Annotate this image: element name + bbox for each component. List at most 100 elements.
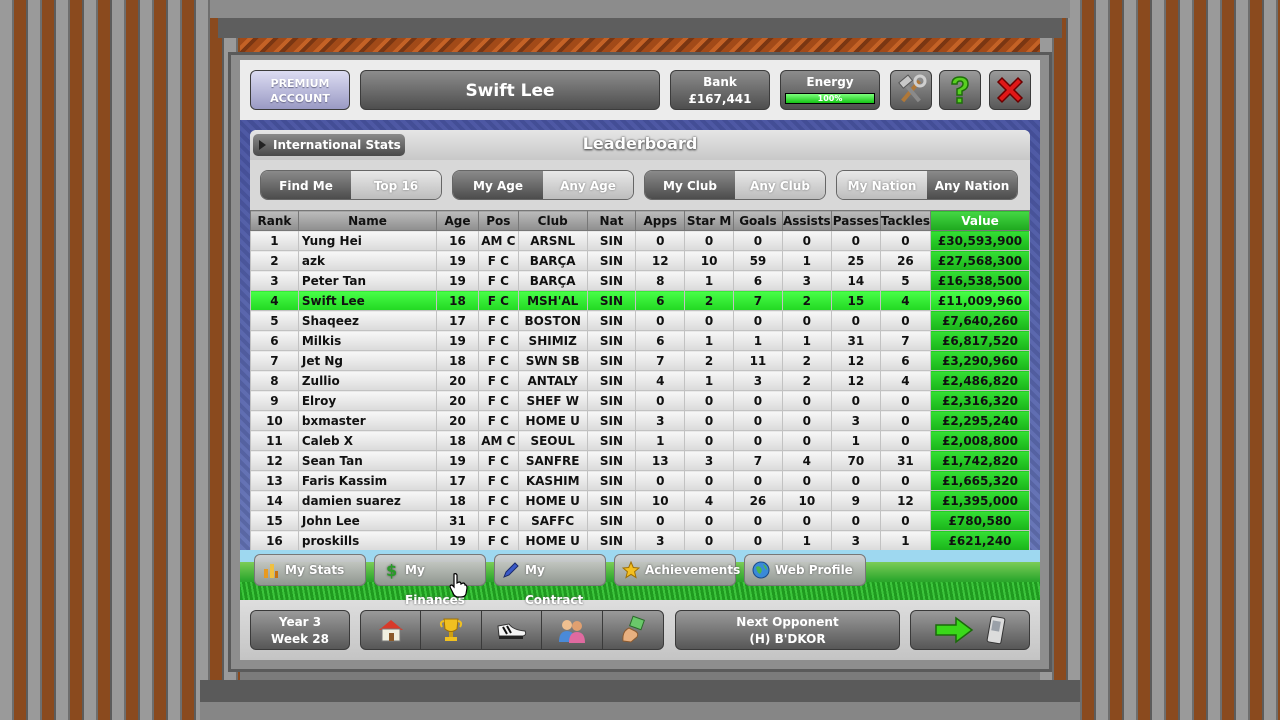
cell-club: BARÇA	[517, 250, 588, 271]
filter-scope: Find Me Top 16	[260, 170, 442, 200]
cell-value: £16,538,500	[930, 270, 1030, 291]
cell-star-m: 10	[684, 250, 734, 271]
year-label: Year 3	[278, 615, 322, 629]
table-row[interactable]: 4 Swift Lee 18 F C MSH'AL SIN 6 2 7 2 15 4 £11,009,9…	[250, 290, 1030, 311]
cell-passes: 9	[830, 490, 881, 511]
table-row[interactable]: 3 Peter Tan 19 F C BARÇA SIN 8 1 6 3 14 5 £16,538,50…	[250, 270, 1030, 291]
cell-star-m: 0	[684, 410, 734, 431]
cell-goals: 7	[732, 450, 783, 471]
column-header-club[interactable]: Club	[517, 210, 588, 231]
table-row[interactable]: 2 azk 19 F C BARÇA SIN 12 10 59 1 25 26 £27,568,300	[250, 250, 1030, 271]
international-stats-button[interactable]: International Stats	[253, 134, 405, 156]
bank-label: Bank	[703, 75, 737, 89]
cell-passes: 12	[830, 350, 881, 371]
column-header-pos[interactable]: Pos	[477, 210, 519, 231]
home-icon	[378, 620, 403, 642]
column-header-name[interactable]: Name	[297, 210, 438, 231]
cell-rank: 9	[250, 390, 299, 411]
next-opponent-label: Next Opponent	[736, 615, 839, 629]
cell-star-m: 1	[684, 270, 734, 291]
cell-value: £30,593,900	[930, 230, 1030, 251]
table-row[interactable]: 10 bxmaster 20 F C HOME U SIN 3 0 0 0 3 0 £2,295,240	[250, 410, 1030, 431]
nav-home-button[interactable]	[361, 611, 422, 649]
table-row[interactable]: 6 Milkis 19 F C SHIMIZ SIN 6 1 1 1 31 7 £6,817,520	[250, 330, 1030, 351]
cell-name: Faris Kassim	[297, 470, 438, 491]
column-header-apps[interactable]: Apps	[635, 210, 686, 231]
continue-button[interactable]	[910, 610, 1030, 650]
table-row[interactable]: 15 John Lee 31 F C SAFFC SIN 0 0 0 0 0 0 £780,580	[250, 510, 1030, 531]
cell-pos: F C	[477, 470, 519, 491]
table-row[interactable]: 16 proskills 19 F C HOME U SIN 3 0 0 1 3 1 £621,240	[250, 530, 1030, 551]
my-contract-button[interactable]: My Contract	[494, 554, 606, 607]
player-name: Swift Lee	[465, 81, 555, 101]
filter-club: My Club Any Club	[644, 170, 826, 200]
cell-name: Sean Tan	[297, 450, 438, 471]
cell-tackles: 0	[879, 410, 932, 431]
cell-value: £7,640,260	[930, 310, 1030, 331]
column-header-nat[interactable]: Nat	[586, 210, 637, 231]
column-header-star-m[interactable]: Star M	[684, 210, 734, 231]
leaderboard-table: Rank Name Age Pos Club Nat Apps Star M Goals Assi…	[250, 210, 1030, 551]
nav-training-button[interactable]	[482, 611, 543, 649]
my-contract-label: My Contract	[525, 563, 584, 607]
column-header-passes[interactable]: Passes	[830, 210, 881, 231]
filter-any-club[interactable]: Any Club	[735, 171, 825, 199]
achievements-button[interactable]: Achievements	[614, 554, 740, 586]
table-row[interactable]: 1 Yung Hei 16 AM C ARSNL SIN 0 0 0 0 0 0 £30,593,900	[250, 230, 1030, 251]
nav-social-button[interactable]	[542, 611, 603, 649]
table-row[interactable]: 13 Faris Kassim 17 F C KASHIM SIN 0 0 0 0 0 0 £1,665…	[250, 470, 1030, 491]
cell-age: 19	[436, 330, 479, 351]
cell-tackles: 7	[879, 330, 932, 351]
table-row[interactable]: 5 Shaqeez 17 F C BOSTON SIN 0 0 0 0 0 0 £7,640,260	[250, 310, 1030, 331]
cell-club: ARSNL	[517, 230, 588, 251]
cell-club: BARÇA	[517, 270, 588, 291]
nav-money-button[interactable]	[603, 611, 663, 649]
table-row[interactable]: 14 damien suarez 18 F C HOME U SIN 10 4 26 10 9 12 £…	[250, 490, 1030, 511]
help-icon	[951, 76, 969, 104]
leaderboard-panel: International Stats Leaderboard Find Me …	[240, 120, 1040, 600]
table-row[interactable]: 8 Zullio 20 F C ANTALY SIN 4 1 3 2 12 4 £2,486,820	[250, 370, 1030, 391]
column-header-rank[interactable]: Rank	[250, 210, 299, 231]
column-header-tackles[interactable]: Tackles	[879, 210, 932, 231]
cell-assists: 3	[781, 270, 832, 291]
column-header-age[interactable]: Age	[436, 210, 479, 231]
cell-assists: 1	[781, 330, 832, 351]
table-row[interactable]: 11 Caleb X 18 AM C SEOUL SIN 1 0 0 0 1 0 £2,008,800	[250, 430, 1030, 451]
date-display: Year 3 Week 28	[250, 610, 350, 650]
people-icon	[558, 620, 585, 643]
filter-top-16[interactable]: Top 16	[351, 171, 441, 199]
dollar-icon: $	[386, 561, 397, 579]
tools-button[interactable]	[890, 70, 932, 110]
filter-any-age[interactable]: Any Age	[543, 171, 633, 199]
cell-assists: 4	[781, 450, 832, 471]
cell-tackles: 26	[879, 250, 932, 271]
cell-rank: 16	[250, 530, 299, 551]
web-profile-button[interactable]: Web Profile	[744, 554, 866, 586]
cell-passes: 25	[830, 250, 881, 271]
table-row[interactable]: 7 Jet Ng 18 F C SWN SB SIN 7 2 11 2 12 6 £3,290,960	[250, 350, 1030, 371]
cell-pos: F C	[477, 250, 519, 271]
table-row[interactable]: 12 Sean Tan 19 F C SANFRE SIN 13 3 7 4 70 31 £1,742,…	[250, 450, 1030, 471]
cell-star-m: 4	[684, 490, 734, 511]
nav-trophy-button[interactable]	[421, 611, 482, 649]
column-header-goals[interactable]: Goals	[732, 210, 783, 231]
filter-any-nation[interactable]: Any Nation	[927, 171, 1017, 199]
my-stats-button[interactable]: My Stats	[254, 554, 366, 586]
premium-account-badge[interactable]: PREMIUM ACCOUNT	[250, 70, 350, 110]
close-button[interactable]	[989, 70, 1031, 110]
cell-apps: 3	[635, 530, 686, 551]
cell-apps: 0	[635, 310, 686, 331]
table-row[interactable]: 9 Elroy 20 F C SHEF W SIN 0 0 0 0 0 0 £2,316,320	[250, 390, 1030, 411]
cell-star-m: 0	[684, 510, 734, 531]
cell-star-m: 2	[684, 290, 734, 311]
my-finances-button[interactable]: $ My Finances	[374, 554, 486, 607]
column-header-assists[interactable]: Assists	[781, 210, 832, 231]
filter-find-me[interactable]: Find Me	[261, 171, 351, 199]
cell-passes: 31	[830, 330, 881, 351]
cell-passes: 0	[830, 390, 881, 411]
filter-my-nation[interactable]: My Nation	[837, 171, 927, 199]
help-button[interactable]	[939, 70, 981, 110]
column-header-value[interactable]: Value	[930, 210, 1030, 231]
filter-my-club[interactable]: My Club	[645, 171, 735, 199]
filter-my-age[interactable]: My Age	[453, 171, 543, 199]
